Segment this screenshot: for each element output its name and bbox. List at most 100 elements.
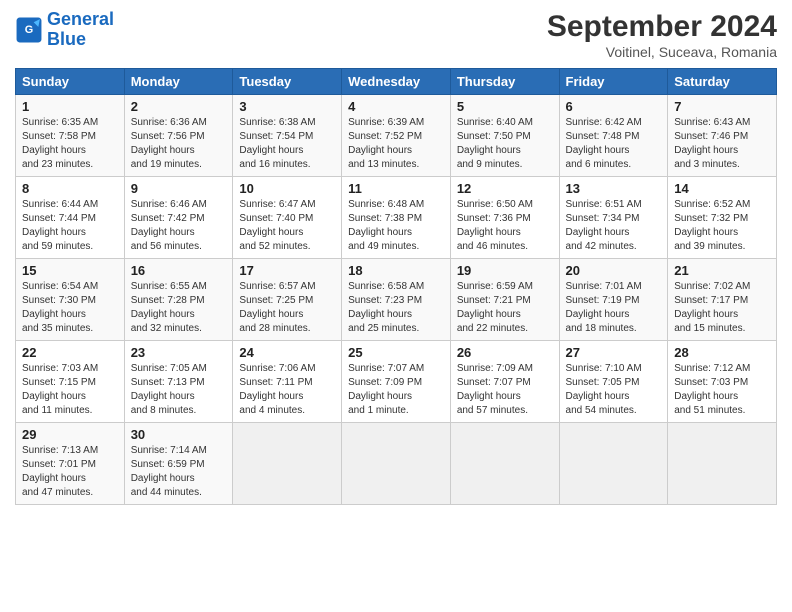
day-info: Sunrise: 6:58 AMSunset: 7:23 PMDaylight …	[348, 280, 444, 336]
calendar-body: 1 Sunrise: 6:35 AMSunset: 7:58 PMDaylight…	[16, 95, 777, 505]
day-number: 1	[22, 99, 118, 114]
day-info: Sunrise: 6:36 AMSunset: 7:56 PMDaylight …	[131, 116, 227, 172]
calendar-cell: 21 Sunrise: 7:02 AMSunset: 7:17 PMDayligh…	[668, 259, 777, 341]
calendar-cell: 14 Sunrise: 6:52 AMSunset: 7:32 PMDayligh…	[668, 177, 777, 259]
calendar-cell: 22 Sunrise: 7:03 AMSunset: 7:15 PMDayligh…	[16, 341, 125, 423]
day-info: Sunrise: 6:54 AMSunset: 7:30 PMDaylight …	[22, 280, 118, 336]
calendar-cell: 29 Sunrise: 7:13 AMSunset: 7:01 PMDayligh…	[16, 423, 125, 505]
logo-blue: Blue	[47, 30, 114, 50]
day-number: 19	[457, 263, 553, 278]
day-info: Sunrise: 7:09 AMSunset: 7:07 PMDaylight …	[457, 362, 553, 418]
day-number: 15	[22, 263, 118, 278]
col-thursday: Thursday	[450, 69, 559, 95]
day-number: 2	[131, 99, 227, 114]
day-info: Sunrise: 6:35 AMSunset: 7:58 PMDaylight …	[22, 116, 118, 172]
day-info: Sunrise: 6:48 AMSunset: 7:38 PMDaylight …	[348, 198, 444, 254]
day-number: 24	[239, 345, 335, 360]
calendar-cell: 18 Sunrise: 6:58 AMSunset: 7:23 PMDayligh…	[342, 259, 451, 341]
day-info: Sunrise: 6:59 AMSunset: 7:21 PMDaylight …	[457, 280, 553, 336]
calendar-cell: 10 Sunrise: 6:47 AMSunset: 7:40 PMDayligh…	[233, 177, 342, 259]
calendar-cell: 4Sunrise: 6:39 AMSunset: 7:52 PMDaylight…	[342, 95, 451, 177]
calendar-cell: 8Sunrise: 6:44 AMSunset: 7:44 PMDaylight…	[16, 177, 125, 259]
day-info: Sunrise: 6:47 AMSunset: 7:40 PMDaylight …	[239, 198, 335, 254]
month-title: September 2024	[547, 10, 777, 44]
day-info: Sunrise: 7:03 AMSunset: 7:15 PMDaylight …	[22, 362, 118, 418]
day-number: 16	[131, 263, 227, 278]
day-number: 8	[22, 181, 118, 196]
calendar-cell: 11 Sunrise: 6:48 AMSunset: 7:38 PMDayligh…	[342, 177, 451, 259]
day-number: 29	[22, 427, 118, 442]
calendar-cell: 23 Sunrise: 7:05 AMSunset: 7:13 PMDayligh…	[124, 341, 233, 423]
calendar-cell: 7 Sunrise: 6:43 AMSunset: 7:46 PMDaylight…	[668, 95, 777, 177]
calendar-cell: 6Sunrise: 6:42 AMSunset: 7:48 PMDaylight…	[559, 95, 668, 177]
day-number: 7	[674, 99, 770, 114]
day-info: Sunrise: 6:40 AMSunset: 7:50 PMDaylight …	[457, 116, 553, 172]
day-info: Sunrise: 7:02 AMSunset: 7:17 PMDaylight …	[674, 280, 770, 336]
col-wednesday: Wednesday	[342, 69, 451, 95]
calendar-cell: 28 Sunrise: 7:12 AMSunset: 7:03 PMDayligh…	[668, 341, 777, 423]
day-number: 26	[457, 345, 553, 360]
calendar-cell	[668, 423, 777, 505]
day-number: 20	[566, 263, 662, 278]
week-row-5: 29 Sunrise: 7:13 AMSunset: 7:01 PMDayligh…	[16, 423, 777, 505]
week-row-4: 22 Sunrise: 7:03 AMSunset: 7:15 PMDayligh…	[16, 341, 777, 423]
day-number: 28	[674, 345, 770, 360]
day-number: 10	[239, 181, 335, 196]
day-info: Sunrise: 6:43 AMSunset: 7:46 PMDaylight …	[674, 116, 770, 172]
day-info: Sunrise: 7:01 AMSunset: 7:19 PMDaylight …	[566, 280, 662, 336]
calendar-cell: 19 Sunrise: 6:59 AMSunset: 7:21 PMDayligh…	[450, 259, 559, 341]
day-info: Sunrise: 7:07 AMSunset: 7:09 PMDaylight …	[348, 362, 444, 418]
day-info: Sunrise: 7:12 AMSunset: 7:03 PMDaylight …	[674, 362, 770, 418]
logo-text: General Blue	[47, 10, 114, 50]
day-info: Sunrise: 7:13 AMSunset: 7:01 PMDaylight …	[22, 444, 118, 500]
day-number: 9	[131, 181, 227, 196]
day-number: 12	[457, 181, 553, 196]
calendar-cell: 26 Sunrise: 7:09 AMSunset: 7:07 PMDayligh…	[450, 341, 559, 423]
day-number: 18	[348, 263, 444, 278]
day-info: Sunrise: 7:05 AMSunset: 7:13 PMDaylight …	[131, 362, 227, 418]
day-number: 27	[566, 345, 662, 360]
day-info: Sunrise: 6:38 AMSunset: 7:54 PMDaylight …	[239, 116, 335, 172]
calendar-cell	[233, 423, 342, 505]
logo: G General Blue	[15, 10, 114, 50]
calendar-cell: 25Sunrise: 7:07 AMSunset: 7:09 PMDayligh…	[342, 341, 451, 423]
day-info: Sunrise: 6:55 AMSunset: 7:28 PMDaylight …	[131, 280, 227, 336]
location: Voitinel, Suceava, Romania	[547, 44, 777, 60]
calendar-cell: 17 Sunrise: 6:57 AMSunset: 7:25 PMDayligh…	[233, 259, 342, 341]
day-number: 23	[131, 345, 227, 360]
calendar-cell	[450, 423, 559, 505]
calendar-cell: 24Sunrise: 7:06 AMSunset: 7:11 PMDayligh…	[233, 341, 342, 423]
week-row-1: 1 Sunrise: 6:35 AMSunset: 7:58 PMDaylight…	[16, 95, 777, 177]
col-sunday: Sunday	[16, 69, 125, 95]
day-info: Sunrise: 7:14 AMSunset: 6:59 PMDaylight …	[131, 444, 227, 500]
day-info: Sunrise: 6:51 AMSunset: 7:34 PMDaylight …	[566, 198, 662, 254]
day-number: 11	[348, 181, 444, 196]
day-number: 6	[566, 99, 662, 114]
col-friday: Friday	[559, 69, 668, 95]
calendar-cell	[559, 423, 668, 505]
week-row-2: 8Sunrise: 6:44 AMSunset: 7:44 PMDaylight…	[16, 177, 777, 259]
col-monday: Monday	[124, 69, 233, 95]
week-row-3: 15 Sunrise: 6:54 AMSunset: 7:30 PMDayligh…	[16, 259, 777, 341]
day-info: Sunrise: 6:57 AMSunset: 7:25 PMDaylight …	[239, 280, 335, 336]
calendar-table: Sunday Monday Tuesday Wednesday Thursday…	[15, 68, 777, 505]
day-number: 3	[239, 99, 335, 114]
day-number: 14	[674, 181, 770, 196]
day-number: 21	[674, 263, 770, 278]
day-number: 4	[348, 99, 444, 114]
calendar-cell: 13Sunrise: 6:51 AMSunset: 7:34 PMDayligh…	[559, 177, 668, 259]
calendar-cell: 30 Sunrise: 7:14 AMSunset: 6:59 PMDayligh…	[124, 423, 233, 505]
day-number: 30	[131, 427, 227, 442]
logo-general: General	[47, 9, 114, 29]
calendar-header: Sunday Monday Tuesday Wednesday Thursday…	[16, 69, 777, 95]
calendar-cell: 2 Sunrise: 6:36 AMSunset: 7:56 PMDaylight…	[124, 95, 233, 177]
header: G General Blue September 2024 Voitinel, …	[15, 10, 777, 60]
calendar-cell: 20 Sunrise: 7:01 AMSunset: 7:19 PMDayligh…	[559, 259, 668, 341]
day-number: 5	[457, 99, 553, 114]
calendar-cell: 16 Sunrise: 6:55 AMSunset: 7:28 PMDayligh…	[124, 259, 233, 341]
day-number: 22	[22, 345, 118, 360]
day-number: 17	[239, 263, 335, 278]
day-info: Sunrise: 6:50 AMSunset: 7:36 PMDaylight …	[457, 198, 553, 254]
calendar-cell: 5 Sunrise: 6:40 AMSunset: 7:50 PMDaylight…	[450, 95, 559, 177]
day-info: Sunrise: 6:52 AMSunset: 7:32 PMDaylight …	[674, 198, 770, 254]
